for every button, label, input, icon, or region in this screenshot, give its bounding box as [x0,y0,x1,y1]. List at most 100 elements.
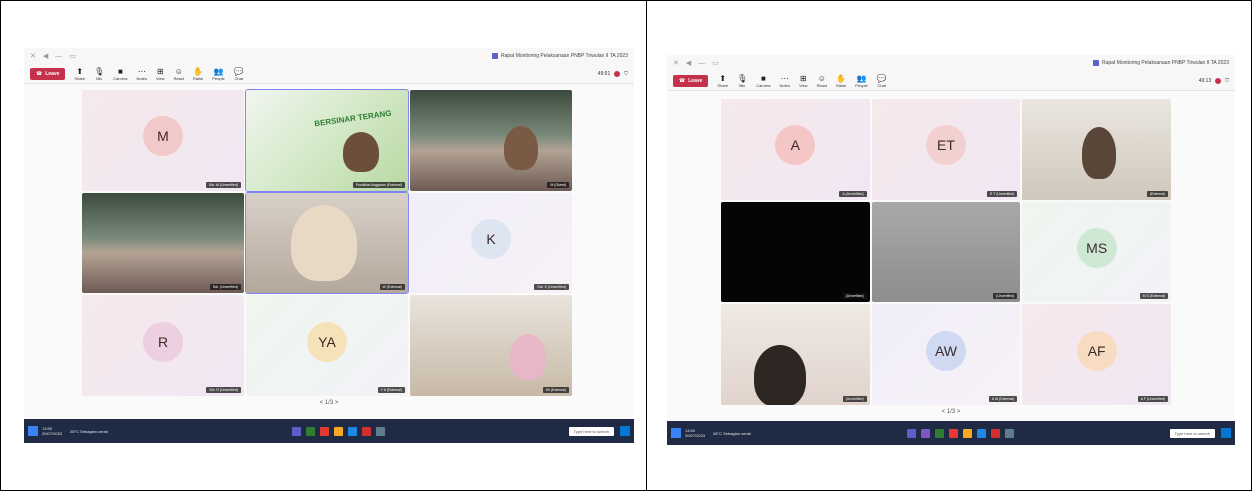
react-button[interactable]: ☺ React [817,74,827,88]
taskbar-search[interactable]: Type here to search [568,426,614,436]
meeting-timer: 49:51 [597,70,611,77]
excel-app-icon[interactable] [305,426,315,436]
participant-tile[interactable]: Sri (External) [410,295,572,396]
page-navigator[interactable]: < 1/3 > [24,400,634,406]
leave-button[interactable]: ☎ Leave [30,67,66,80]
page-navigator[interactable]: < 1/3 > [667,409,1235,415]
chat-button[interactable]: 💬 Chat [877,74,887,88]
maximize-icon[interactable]: ▭ [69,52,76,60]
camera-label: Camera [756,82,771,88]
recording-icon [1215,77,1222,84]
participant-name: M S (External) [1139,293,1168,300]
back-icon[interactable]: ◀ [43,52,48,60]
participant-tile[interactable]: BERSINAR TERANG Pusdiklat Anggaran (Exte… [245,89,409,192]
share-button[interactable]: ⬆ Share [74,67,85,81]
people-button[interactable]: 👥 People [212,67,224,81]
notes-label: Notes [779,82,790,88]
system-clock: 13:50 20/07/2023 [42,426,62,436]
participant-tile[interactable]: K Sdr. K (Unverified) [410,192,572,294]
participant-name: Pusdiklat Anggaran (External) [352,181,405,188]
participant-name: A F (Unverified) [1137,395,1168,402]
participant-video [510,333,547,380]
react-button[interactable]: ☺ React [174,67,184,81]
chat-taskbar-icon[interactable] [671,428,681,438]
mic-button[interactable]: 🎙 Mic [94,67,104,81]
taskbar-search[interactable]: Type here to search [1169,428,1215,438]
hand-icon: ✋ [836,73,847,83]
notes-button[interactable]: ⋯ Notes [137,67,147,81]
close-icon[interactable]: ✕ [30,52,36,60]
explorer-app-icon[interactable] [962,428,972,438]
view-button[interactable]: ⊞ View [156,67,165,81]
recording-icon [614,70,621,77]
share-label: Share [74,75,86,81]
participant-tile[interactable]: Sdr. (Unverified) [82,192,244,294]
participant-name: A W (External) [988,395,1018,402]
explorer-app-icon[interactable] [333,426,343,436]
participant-tile[interactable]: (Unverified) [721,201,870,303]
app-icon[interactable] [990,428,1000,438]
share-button[interactable]: ⬆ Share [717,74,728,88]
task-view-icon[interactable] [1004,428,1014,438]
title-bar: ✕ ◀ — ▭ Rapat Monitoring Pelaksanaan PNB… [667,55,1235,71]
participant-video [1081,127,1116,180]
avatar: ET [925,125,966,166]
teams-app-icon[interactable] [291,426,301,436]
participant-tile[interactable]: (External) [1022,99,1171,200]
avatar: YA [307,321,347,362]
teams-meeting-screenshot-right: ✕ ◀ — ▭ Rapat Monitoring Pelaksanaan PNB… [667,55,1235,445]
view-button[interactable]: ⊞ View [799,74,808,88]
participant-tile[interactable]: YA Y A (External) [246,295,408,396]
app-icon[interactable] [920,428,930,438]
participant-tile[interactable]: R Sdr. R (Unverified) [82,295,244,396]
participant-tile[interactable]: W (External) [245,191,409,295]
edge-app-icon[interactable] [976,428,986,438]
notes-label: Notes [136,75,147,81]
smile-icon: ☺ [817,73,826,83]
chrome-app-icon[interactable] [319,426,329,436]
leave-button[interactable]: ☎ Leave [673,74,709,87]
chat-taskbar-icon[interactable] [28,426,38,436]
chat-button[interactable]: 💬 Chat [234,67,244,81]
minimize-icon[interactable]: — [55,53,62,60]
raise-button[interactable]: ✋ Raise [836,74,846,88]
react-label: React [173,75,185,81]
people-button[interactable]: 👥 People [855,74,867,88]
notes-button[interactable]: ⋯ Notes [780,74,790,88]
participant-tile[interactable]: (Unverified) [721,304,870,405]
participant-tile[interactable]: AW A W (External) [871,304,1021,405]
excel-app-icon[interactable] [934,428,944,438]
windows-taskbar: 13:40 20/07/2023 28°C Sebagian cerah Type… [667,421,1235,445]
maximize-icon[interactable]: ▭ [712,59,719,67]
teams-app-icon[interactable] [906,428,916,438]
task-view-icon[interactable] [375,426,385,436]
teams-logo-icon [491,53,498,59]
back-icon[interactable]: ◀ [686,59,691,67]
camera-button[interactable]: ■ Camera [113,67,127,81]
weather-widget[interactable]: 28°C Sebagian cerah [70,429,108,434]
participant-tile[interactable]: (Unverified) [871,201,1021,303]
participant-video [503,126,538,171]
participant-name: (Unverified) [993,293,1018,300]
edge-app-icon[interactable] [347,426,357,436]
weather-widget[interactable]: 28°C Sebagian cerah [713,431,751,436]
mic-button[interactable]: 🎙 Mic [737,74,747,88]
raise-button[interactable]: ✋ Raise [193,67,203,81]
avatar: AW [925,330,966,371]
participant-tile[interactable]: M (Guest) [410,90,572,191]
participant-tile[interactable]: AF A F (Unverified) [1022,304,1171,405]
camera-icon: ■ [117,66,123,76]
camera-button[interactable]: ■ Camera [756,74,770,88]
close-icon[interactable]: ✕ [673,59,679,67]
participant-tile[interactable]: MS M S (External) [1022,201,1171,303]
participant-tile[interactable]: A A (Unverified) [721,99,870,200]
windows-start-icon[interactable] [1221,428,1231,438]
participant-name: A (Unverified) [839,190,867,197]
chrome-app-icon[interactable] [948,428,958,438]
app-icon[interactable] [361,426,371,436]
windows-start-icon[interactable] [620,426,630,436]
participant-name: Sdr. (Unverified) [209,284,241,291]
minimize-icon[interactable]: — [698,60,705,67]
participant-tile[interactable]: M Sdr. M (Unverified) [82,90,244,191]
participant-tile[interactable]: ET E T (Unverified) [871,99,1021,200]
